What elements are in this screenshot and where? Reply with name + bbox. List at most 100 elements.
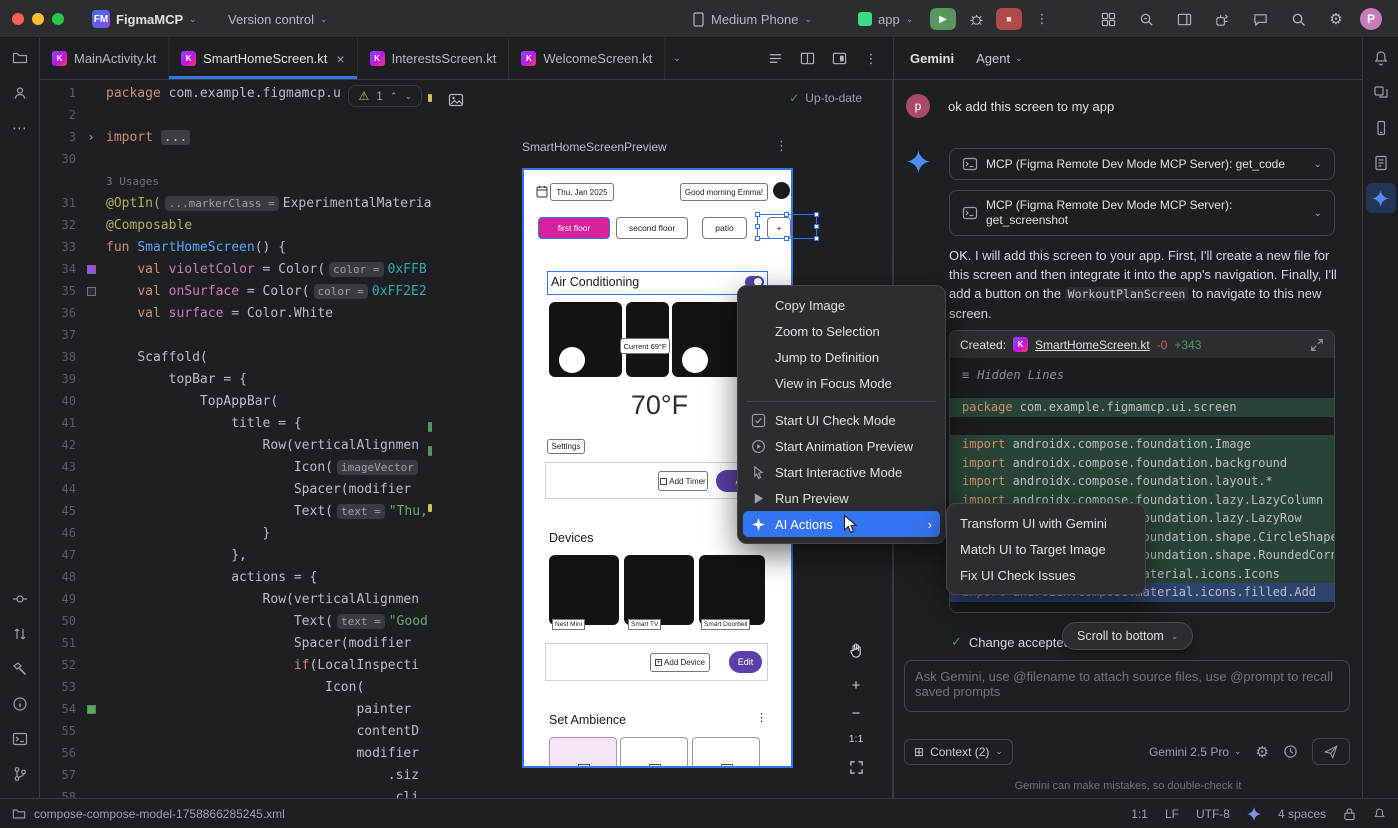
- floor-chip-second-floor[interactable]: second floor: [616, 217, 688, 239]
- resize-handle[interactable]: [814, 224, 819, 229]
- build-tool-button[interactable]: [5, 654, 35, 684]
- menu-item-run-preview[interactable]: Run Preview: [743, 485, 940, 511]
- status-notifications-icon[interactable]: [1373, 807, 1386, 821]
- more-actions-button[interactable]: ⋮: [1028, 5, 1056, 33]
- run-button[interactable]: ▶: [930, 8, 956, 30]
- model-selector[interactable]: Gemini 2.5 Pro ⌄: [1149, 745, 1242, 759]
- code-line[interactable]: 56 modifier: [40, 742, 434, 764]
- resize-handle[interactable]: [755, 236, 760, 241]
- collaboration-tool-button[interactable]: [5, 78, 35, 108]
- preview-more-icon[interactable]: ⋮: [775, 138, 788, 154]
- floor-chip-first-floor[interactable]: first floor: [538, 217, 610, 239]
- scroll-to-bottom-button[interactable]: Scroll to bottom ⌄: [1062, 622, 1193, 650]
- code-line[interactable]: 49 Row(verticalAlignmen: [40, 588, 434, 610]
- resize-handle[interactable]: [814, 236, 819, 241]
- stripe-change-mark[interactable]: [428, 422, 432, 432]
- ai-chat-icon[interactable]: [1246, 5, 1274, 33]
- commit-tool-button[interactable]: [5, 584, 35, 614]
- color-swatch[interactable]: [87, 265, 96, 274]
- run-config-selector[interactable]: app ⌄: [858, 0, 913, 38]
- add-device-button[interactable]: +Add Device: [650, 653, 710, 672]
- history-icon[interactable]: [1283, 744, 1298, 759]
- hidden-lines-row[interactable]: ≡ Hidden Lines: [950, 358, 1334, 386]
- selection-handles[interactable]: [757, 214, 817, 239]
- more-vertical-icon[interactable]: ⋮: [857, 45, 885, 73]
- code-inspect-icon[interactable]: [1132, 5, 1160, 33]
- status-zoom[interactable]: 1:1: [1131, 807, 1148, 821]
- menu-item-view-in-focus-mode[interactable]: View in Focus Mode: [743, 370, 940, 396]
- file-link[interactable]: SmartHomeScreen.kt: [1035, 338, 1150, 352]
- code-line[interactable]: 3 Usages: [40, 170, 434, 192]
- code-line[interactable]: 50 Text(text ="Good: [40, 610, 434, 632]
- menu-item-match-ui-to-target-image[interactable]: Match UI to Target Image: [952, 536, 1140, 562]
- device-card-nest-mini[interactable]: [549, 555, 619, 625]
- panels-icon[interactable]: [1170, 5, 1198, 33]
- stop-button[interactable]: ■: [996, 8, 1022, 30]
- code-line[interactable]: 46 }: [40, 522, 434, 544]
- problems-tool-button[interactable]: [5, 689, 35, 719]
- code-line[interactable]: 58 .cli: [40, 786, 434, 798]
- code-line[interactable]: 45 Text(text ="Thu,: [40, 500, 434, 522]
- user-avatar[interactable]: P: [1360, 8, 1382, 30]
- zoom-fit-button[interactable]: [843, 754, 869, 780]
- zoom-out-button[interactable]: −: [843, 700, 869, 726]
- hidden-tabs-dropdown[interactable]: ⌄: [665, 38, 689, 79]
- gemini-settings-icon[interactable]: ⚙: [1256, 743, 1269, 761]
- more-vertical-icon[interactable]: ⋮: [756, 711, 767, 724]
- ac-card[interactable]: [549, 302, 622, 377]
- code-line[interactable]: 32@Composable: [40, 214, 434, 236]
- gemini-prompt-input[interactable]: [905, 661, 1349, 711]
- code-line[interactable]: 57 .siz: [40, 764, 434, 786]
- code-line[interactable]: 44 Spacer(modifier: [40, 478, 434, 500]
- code-line[interactable]: 34 val violetColor = Color(color =0xFFB: [40, 258, 434, 280]
- device-selector[interactable]: Medium Phone ⌄: [692, 0, 812, 38]
- version-control-tool-button[interactable]: [5, 759, 35, 789]
- status-line-separator[interactable]: LF: [1165, 807, 1179, 821]
- mcp-tool-call-card[interactable]: MCP (Figma Remote Dev Mode MCP Server): …: [949, 190, 1335, 236]
- inspections-widget[interactable]: ⚠ 1 ⌃ ⌄: [348, 85, 422, 107]
- device-card-smart-doorbell[interactable]: [699, 555, 765, 625]
- code-line[interactable]: 39 topBar = {: [40, 368, 434, 390]
- code-line[interactable]: 30: [40, 148, 434, 170]
- search-icon[interactable]: [1284, 5, 1312, 33]
- terminal-tool-button[interactable]: [5, 724, 35, 754]
- zoom-in-button[interactable]: +: [843, 672, 869, 698]
- preview-gallery-icon[interactable]: [442, 86, 470, 114]
- resize-handle[interactable]: [814, 212, 819, 217]
- edit-button[interactable]: Edit: [729, 651, 762, 673]
- code-line[interactable]: 33fun SmartHomeScreen() {: [40, 236, 434, 258]
- code-line[interactable]: 51 Spacer(modifier: [40, 632, 434, 654]
- editor-tab-welcomescreen-kt[interactable]: KWelcomeScreen.kt: [509, 38, 665, 79]
- vcs-widget[interactable]: Version control ⌄: [228, 0, 328, 38]
- chevron-down-icon[interactable]: ⌄: [1314, 159, 1322, 170]
- editor-tab-mainactivity-kt[interactable]: KMainActivity.kt: [40, 38, 169, 79]
- next-issue-icon[interactable]: ⌄: [404, 92, 412, 101]
- status-indent[interactable]: 4 spaces: [1278, 807, 1326, 821]
- layout-editor-icon[interactable]: [825, 45, 853, 73]
- context-chip[interactable]: ⊞ Context (2) ⌄: [904, 739, 1013, 765]
- code-line[interactable]: 37: [40, 324, 434, 346]
- code-line[interactable]: 2: [40, 104, 434, 126]
- resize-handle[interactable]: [755, 212, 760, 217]
- status-file-name[interactable]: compose-compose-model-1758866285245.xml: [34, 807, 285, 821]
- date-chip[interactable]: Thu, Jan 2025: [550, 183, 614, 201]
- ambience-card[interactable]: [549, 737, 617, 768]
- resize-handle[interactable]: [755, 224, 760, 229]
- status-lock-icon[interactable]: [1343, 807, 1356, 821]
- mcp-tool-call-card[interactable]: MCP (Figma Remote Dev Mode MCP Server): …: [949, 148, 1335, 180]
- greeting-chip[interactable]: Good morning Emma!: [680, 183, 768, 201]
- close-window-button[interactable]: [12, 13, 24, 25]
- stripe-change-mark[interactable]: [428, 446, 432, 456]
- logcat-tool-button[interactable]: [1366, 148, 1396, 178]
- usages-hint[interactable]: 3 Usages: [106, 175, 159, 188]
- send-button[interactable]: [1312, 738, 1350, 765]
- more-tool-windows-button[interactable]: ⋯: [5, 113, 35, 143]
- menu-item-jump-to-definition[interactable]: Jump to Definition: [743, 344, 940, 370]
- maximize-window-button[interactable]: [52, 13, 64, 25]
- pan-tool-button[interactable]: [843, 638, 869, 664]
- code-line[interactable]: 41 title = {: [40, 412, 434, 434]
- color-swatch[interactable]: [87, 705, 96, 714]
- ambience-card[interactable]: [620, 737, 688, 768]
- project-widget[interactable]: FM FigmaMCP ⌄: [92, 0, 197, 38]
- code-line[interactable]: 42 Row(verticalAlignmen: [40, 434, 434, 456]
